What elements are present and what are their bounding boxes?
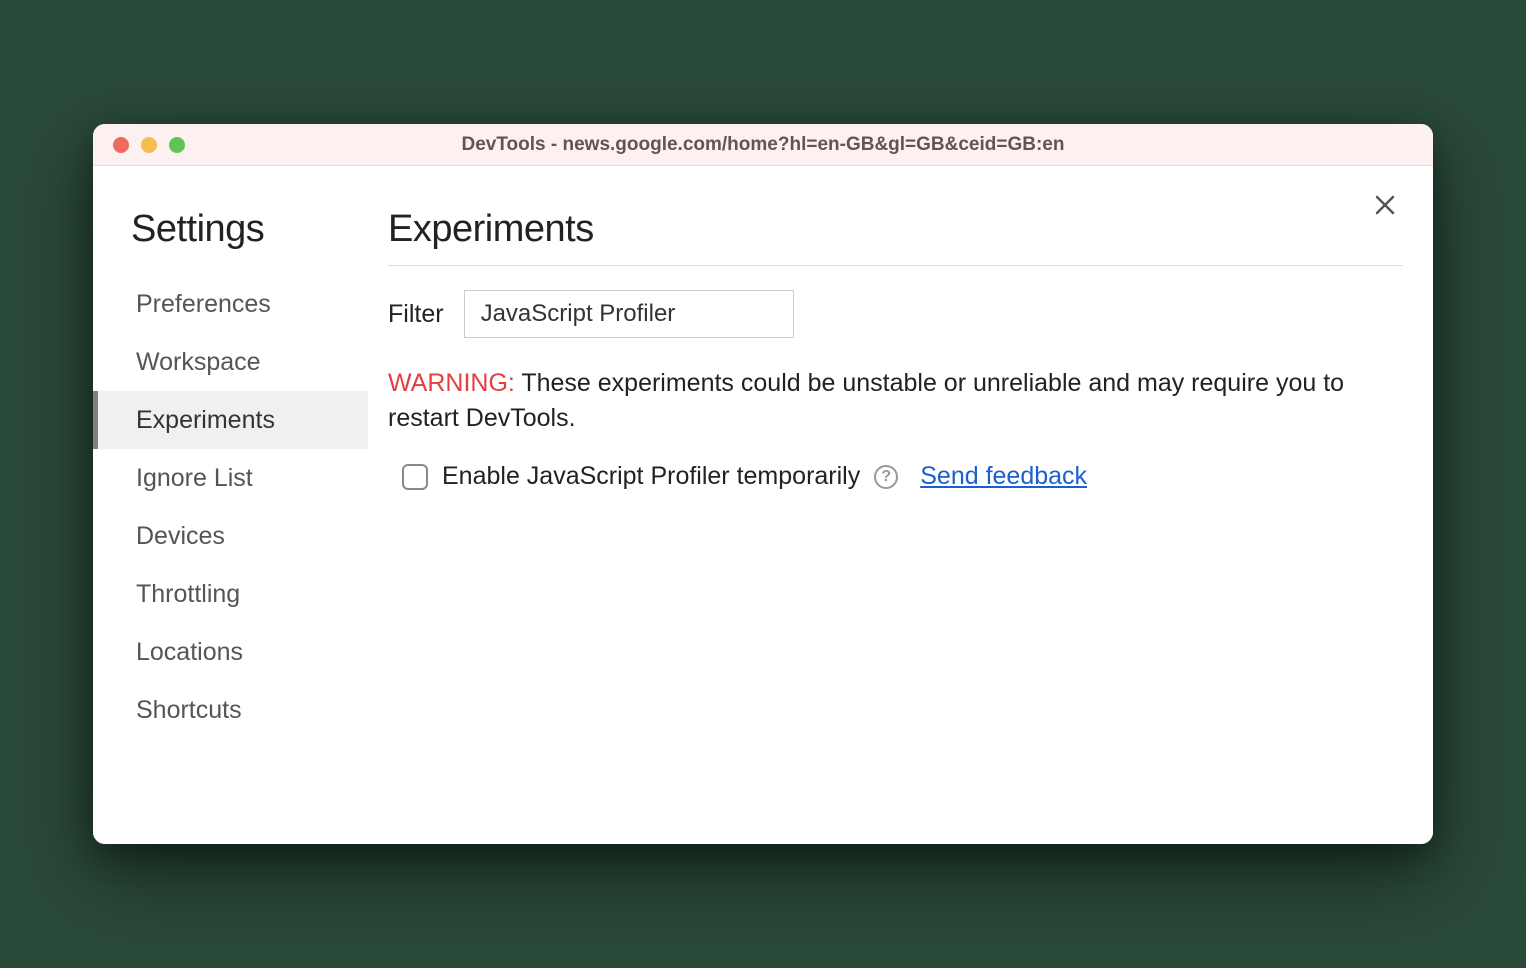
sidebar-item-ignore-list[interactable]: Ignore List	[93, 449, 368, 507]
close-window-icon[interactable]	[113, 137, 129, 153]
main-panel: Experiments Filter WARNING: These experi…	[368, 166, 1433, 844]
send-feedback-link[interactable]: Send feedback	[920, 462, 1087, 491]
sidebar-item-label: Throttling	[136, 580, 240, 609]
help-icon[interactable]: ?	[874, 465, 898, 489]
sidebar-item-label: Ignore List	[136, 464, 253, 493]
sidebar-item-label: Shortcuts	[136, 696, 242, 725]
filter-row: Filter	[388, 290, 1403, 338]
maximize-window-icon[interactable]	[169, 137, 185, 153]
sidebar-item-locations[interactable]: Locations	[93, 623, 368, 681]
filter-label: Filter	[388, 300, 444, 329]
titlebar: DevTools - news.google.com/home?hl=en-GB…	[93, 124, 1433, 166]
sidebar-title: Settings	[93, 208, 368, 251]
experiment-row: Enable JavaScript Profiler temporarily ?…	[388, 462, 1403, 491]
sidebar: Settings Preferences Workspace Experimen…	[93, 166, 368, 844]
sidebar-item-label: Devices	[136, 522, 225, 551]
sidebar-item-throttling[interactable]: Throttling	[93, 565, 368, 623]
page-title: Experiments	[388, 208, 1403, 266]
warning-message: WARNING: These experiments could be unst…	[388, 366, 1403, 436]
experiment-label: Enable JavaScript Profiler temporarily	[442, 462, 860, 491]
close-icon	[1373, 193, 1397, 217]
close-button[interactable]	[1371, 191, 1399, 219]
sidebar-item-label: Locations	[136, 638, 243, 667]
sidebar-item-label: Preferences	[136, 290, 271, 319]
experiment-checkbox[interactable]	[402, 464, 428, 490]
sidebar-item-label: Experiments	[136, 406, 275, 435]
sidebar-item-shortcuts[interactable]: Shortcuts	[93, 681, 368, 739]
devtools-window: DevTools - news.google.com/home?hl=en-GB…	[93, 124, 1433, 844]
sidebar-item-devices[interactable]: Devices	[93, 507, 368, 565]
content: Settings Preferences Workspace Experimen…	[93, 166, 1433, 844]
window-title: DevTools - news.google.com/home?hl=en-GB…	[93, 134, 1433, 156]
traffic-lights	[93, 137, 185, 153]
warning-label: WARNING:	[388, 369, 515, 397]
sidebar-item-experiments[interactable]: Experiments	[93, 391, 368, 449]
sidebar-item-label: Workspace	[136, 348, 261, 377]
sidebar-item-workspace[interactable]: Workspace	[93, 333, 368, 391]
filter-input[interactable]	[464, 290, 794, 338]
minimize-window-icon[interactable]	[141, 137, 157, 153]
sidebar-item-preferences[interactable]: Preferences	[93, 275, 368, 333]
warning-body: These experiments could be unstable or u…	[388, 369, 1344, 432]
